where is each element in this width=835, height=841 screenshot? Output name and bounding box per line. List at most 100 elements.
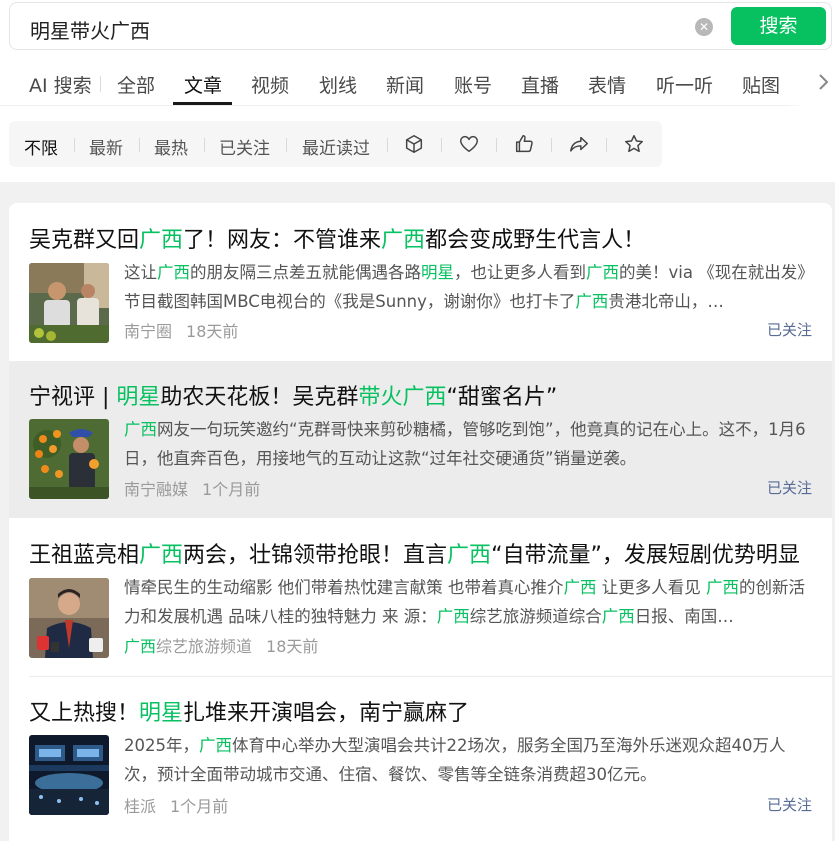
keyword-highlight: 广西 (575, 292, 609, 311)
search-bar: 明星带火广西 ✕ 搜索 (9, 2, 832, 50)
article-snippet: 情牵民生的生动缩影 他们带着热忱建言献策 也带着真心推介广西 让更多人看见 广西… (124, 573, 814, 631)
tab-listen[interactable]: 听一听 (656, 71, 713, 98)
results-list: 吴克群又回广西了！网友：不管谁来广西都会变成野生代言人！ 这让广西的朋友隔三点差… (9, 203, 832, 841)
tab-articles[interactable]: 文章 (184, 71, 222, 98)
filter-separator (551, 138, 552, 152)
clear-search-button[interactable]: ✕ (695, 18, 713, 36)
article-snippet: 2025年，广西体育中心举办大型演唱会共计22场次，服务全国乃至海外乐迷观众超4… (124, 731, 814, 789)
text-segment: 扎堆来开演唱会，南宁赢麻了 (183, 701, 470, 726)
keyword-highlight: 广西 (139, 228, 184, 253)
article-thumbnail (29, 419, 109, 499)
text-segment: 助农天花板！吴克群 (160, 385, 359, 410)
followed-badge: 已关注 (766, 479, 812, 497)
article-time: 18天前 (186, 322, 239, 341)
article-source[interactable]: 南宁圈 (124, 322, 172, 341)
text-segment: ，也让更多人看到 (454, 263, 586, 282)
text-segment: 了！网友：不管谁来 (183, 228, 382, 253)
heart-icon[interactable] (458, 133, 480, 155)
text-segment: 两会，壮锦领带抢眼！直言 (183, 543, 448, 568)
text-segment: 宁视评 | (29, 385, 117, 410)
article-meta: 桂派 1个月前 (124, 793, 228, 817)
filter-separator (441, 138, 442, 152)
active-tab-indicator (173, 102, 232, 105)
keyword-highlight: 广西 (706, 578, 739, 597)
followed-badge: 已关注 (766, 321, 812, 339)
article-time: 1个月前 (170, 797, 229, 816)
keyword-highlight: 广西 (124, 420, 157, 439)
text-segment: 日报、南国… (634, 607, 734, 626)
text-segment: 贵港北帝山，… (608, 292, 724, 311)
text-segment: 让更多人看见 (596, 578, 706, 597)
search-input[interactable]: 明星带火广西 (30, 15, 150, 44)
article-source[interactable]: 广西综艺旅游频道 (124, 637, 252, 656)
filter-newest[interactable]: 最新 (89, 134, 123, 159)
filter-unlimited[interactable]: 不限 (24, 134, 58, 159)
keyword-highlight: 广西 (199, 736, 232, 755)
article-title[interactable]: 宁视评 | 明星助农天花板！吴克群带火广西“甜蜜名片” (29, 379, 557, 411)
tab-all[interactable]: 全部 (117, 71, 155, 98)
article-title[interactable]: 吴克群又回广西了！网友：不管谁来广西都会变成野生代言人！ (29, 222, 645, 254)
text-segment: 又上热搜！ (29, 701, 140, 726)
list-item[interactable]: 王祖蓝亮相广西两会，壮锦领带抢眼！直言广西“自带流量”，发展短剧优势明显 情牵民… (9, 518, 832, 677)
cube-icon[interactable] (403, 133, 425, 155)
tab-live[interactable]: 直播 (521, 71, 559, 98)
article-time: 1个月前 (202, 480, 261, 499)
article-meta: 广西综艺旅游频道 18天前 (124, 633, 318, 657)
article-title[interactable]: 又上热搜！明星扎堆来开演唱会，南宁赢麻了 (29, 695, 469, 727)
filter-separator (387, 138, 388, 152)
tab-videos[interactable]: 视频 (251, 71, 289, 98)
keyword-highlight: 广西 (139, 543, 184, 568)
text-segment: 这让 (124, 263, 157, 282)
text-segment: 综艺旅游频道综合 (469, 607, 602, 626)
search-button[interactable]: 搜索 (731, 7, 826, 45)
filter-bar: 不限 最新 最热 已关注 最近读过 (9, 121, 662, 167)
thumbs-up-icon[interactable] (513, 133, 535, 155)
text-segment: 都会变成野生代言人！ (425, 228, 646, 253)
keyword-highlight: 广西 (601, 607, 635, 626)
text-segment: 2025年， (124, 736, 199, 755)
list-item[interactable]: 又上热搜！明星扎堆来开演唱会，南宁赢麻了 2025年，广西体育中心举办大型演唱会… (9, 677, 832, 841)
text-segment: 综艺旅游频道 (156, 637, 253, 656)
text-segment: 吴克群又回 (29, 228, 140, 253)
tab-accounts[interactable]: 账号 (454, 71, 492, 98)
keyword-highlight: 带火广西 (358, 385, 447, 410)
list-item[interactable]: 宁视评 | 明星助农天花板！吴克群带火广西“甜蜜名片” 广西网友一句玩笑邀约“克… (9, 361, 832, 518)
article-time: 18天前 (266, 637, 319, 656)
keyword-highlight: 广西 (586, 263, 619, 282)
keyword-highlight: 广西 (436, 607, 470, 626)
filter-separator (74, 138, 75, 152)
filter-separator (496, 138, 497, 152)
filter-recently-read[interactable]: 最近读过 (302, 134, 370, 159)
keyword-highlight: 明星 (421, 263, 454, 282)
keyword-highlight: 广西 (157, 263, 190, 282)
star-icon[interactable] (623, 133, 645, 155)
chevron-right-icon[interactable] (815, 72, 831, 92)
close-icon: ✕ (698, 20, 710, 34)
tab-images[interactable]: 贴图 (742, 71, 780, 98)
filter-hottest[interactable]: 最热 (154, 134, 188, 159)
article-thumbnail (29, 263, 109, 343)
article-snippet: 广西网友一句玩笑邀约“克群哥快来剪砂糖橘，管够吃到饱”，他竟真的记在心上。这不，… (124, 415, 814, 473)
article-meta: 南宁圈 18天前 (124, 318, 238, 342)
text-segment: 情牵民生的生动缩影 他们带着热忱建言献策 也带着真心推介 (124, 578, 564, 597)
filter-followed[interactable]: 已关注 (219, 134, 270, 159)
article-source[interactable]: 南宁融媒 (124, 480, 188, 499)
text-segment: “甜蜜名片” (446, 385, 558, 410)
tab-news[interactable]: 新闻 (386, 71, 424, 98)
tab-highlights[interactable]: 划线 (319, 71, 357, 98)
article-source[interactable]: 桂派 (124, 797, 156, 816)
share-icon[interactable] (568, 133, 590, 155)
article-thumbnail (29, 578, 109, 658)
text-segment: 的朋友隔三点差五就能偶遇各路 (190, 263, 421, 282)
category-tabs: AI 搜索 全部 文章 视频 划线 新闻 账号 直播 表情 听一听 贴图 (0, 58, 835, 106)
article-thumbnail (29, 735, 109, 815)
article-title[interactable]: 王祖蓝亮相广西两会，壮锦领带抢眼！直言广西“自带流量”，发展短剧优势明显 (29, 537, 800, 569)
list-item[interactable]: 吴克群又回广西了！网友：不管谁来广西都会变成野生代言人！ 这让广西的朋友隔三点差… (9, 203, 832, 361)
tab-ai-search[interactable]: AI 搜索 (29, 71, 92, 98)
tab-stickers[interactable]: 表情 (588, 71, 626, 98)
followed-badge: 已关注 (766, 796, 812, 814)
filter-separator (606, 138, 607, 152)
keyword-highlight: 明星 (116, 385, 161, 410)
filter-separator (139, 138, 140, 152)
keyword-highlight: 广西 (124, 637, 157, 656)
